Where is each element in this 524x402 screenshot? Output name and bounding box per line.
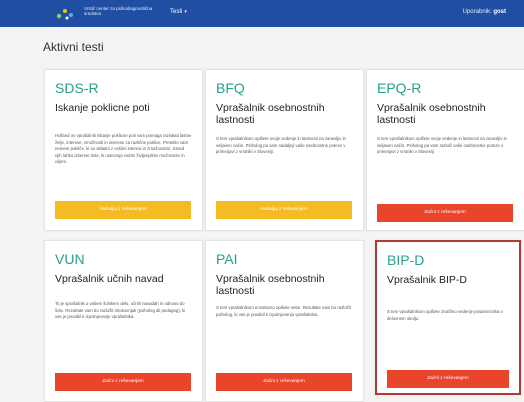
test-card-epq-r: EPQ-R Vprašalnik osebnostnih lastnosti S… [366,69,524,231]
test-name: Vprašalnik učnih navad [55,273,164,285]
continue-button[interactable]: Nadaljuj z reševanjem [216,201,352,219]
test-card-bip-d: BIP-D Vprašalnik BIP-D S tem vprašalniko… [375,240,521,395]
top-navbar: Vrstič center za psihodiagnostična sreds… [0,0,524,27]
test-card-pai: PAI Vprašalnik osebnostnih lastnosti S t… [205,240,364,402]
start-button[interactable]: Začni z reševanjem [55,373,191,391]
tests-menu[interactable]: Testi ▾ [170,9,187,15]
user-info[interactable]: Uporabnik: gost [463,9,506,15]
user-name: gost [493,9,506,15]
user-prefix: Uporabnik: [462,9,492,15]
test-code: SDS-R [55,80,99,96]
test-name: Iskanje poklicne poti [55,102,150,114]
test-description: S tem vprašalnikom opišete svoje vedenje… [377,136,507,154]
start-button[interactable]: Začni z reševanjem [216,373,352,391]
test-card-sds-r: SDS-R Iskanje poklicne poti Holland ov v… [44,69,203,231]
test-name: Vprašalnik osebnostnih lastnosti [216,102,325,126]
test-description: S tem vprašalnikom enostavno opišete seb… [216,305,351,317]
test-name: Vprašalnik osebnostnih lastnosti [377,102,486,126]
chevron-down-icon: ▾ [184,9,187,15]
test-code: VUN [55,251,85,267]
test-code: PAI [216,251,238,267]
logo-icon[interactable] [54,5,78,21]
tests-menu-label: Testi [170,9,183,15]
start-button[interactable]: Začni z reševanjem [387,370,509,388]
continue-button[interactable]: Nadaljuj z reševanjem [55,201,191,219]
brand-name[interactable]: Vrstič center za psihodiagnostična sreds… [84,6,164,16]
test-card-vun: VUN Vprašalnik učnih navad To je vprašal… [44,240,203,402]
test-code: EPQ-R [377,80,422,96]
test-description: Holland ov vprašalnik Iskanje poklicne p… [55,133,192,164]
test-code: BFQ [216,80,245,96]
page-title: Aktivni testi [43,40,104,54]
test-name: Vprašalnik BIP-D [387,274,467,286]
test-name: Vprašalnik osebnostnih lastnosti [216,273,325,297]
test-code: BIP-D [387,252,425,268]
test-card-bfq: BFQ Vprašalnik osebnostnih lastnosti S t… [205,69,364,231]
test-description: S tem vprašalnikom opišete svoje vedenje… [216,136,346,154]
start-button[interactable]: Začni z reševanjem [377,204,513,222]
test-description: To je vprašalnik o vašem šolskem delu, u… [55,301,186,319]
test-description: S tem vprašalnikom opišete značilno vede… [387,309,503,321]
